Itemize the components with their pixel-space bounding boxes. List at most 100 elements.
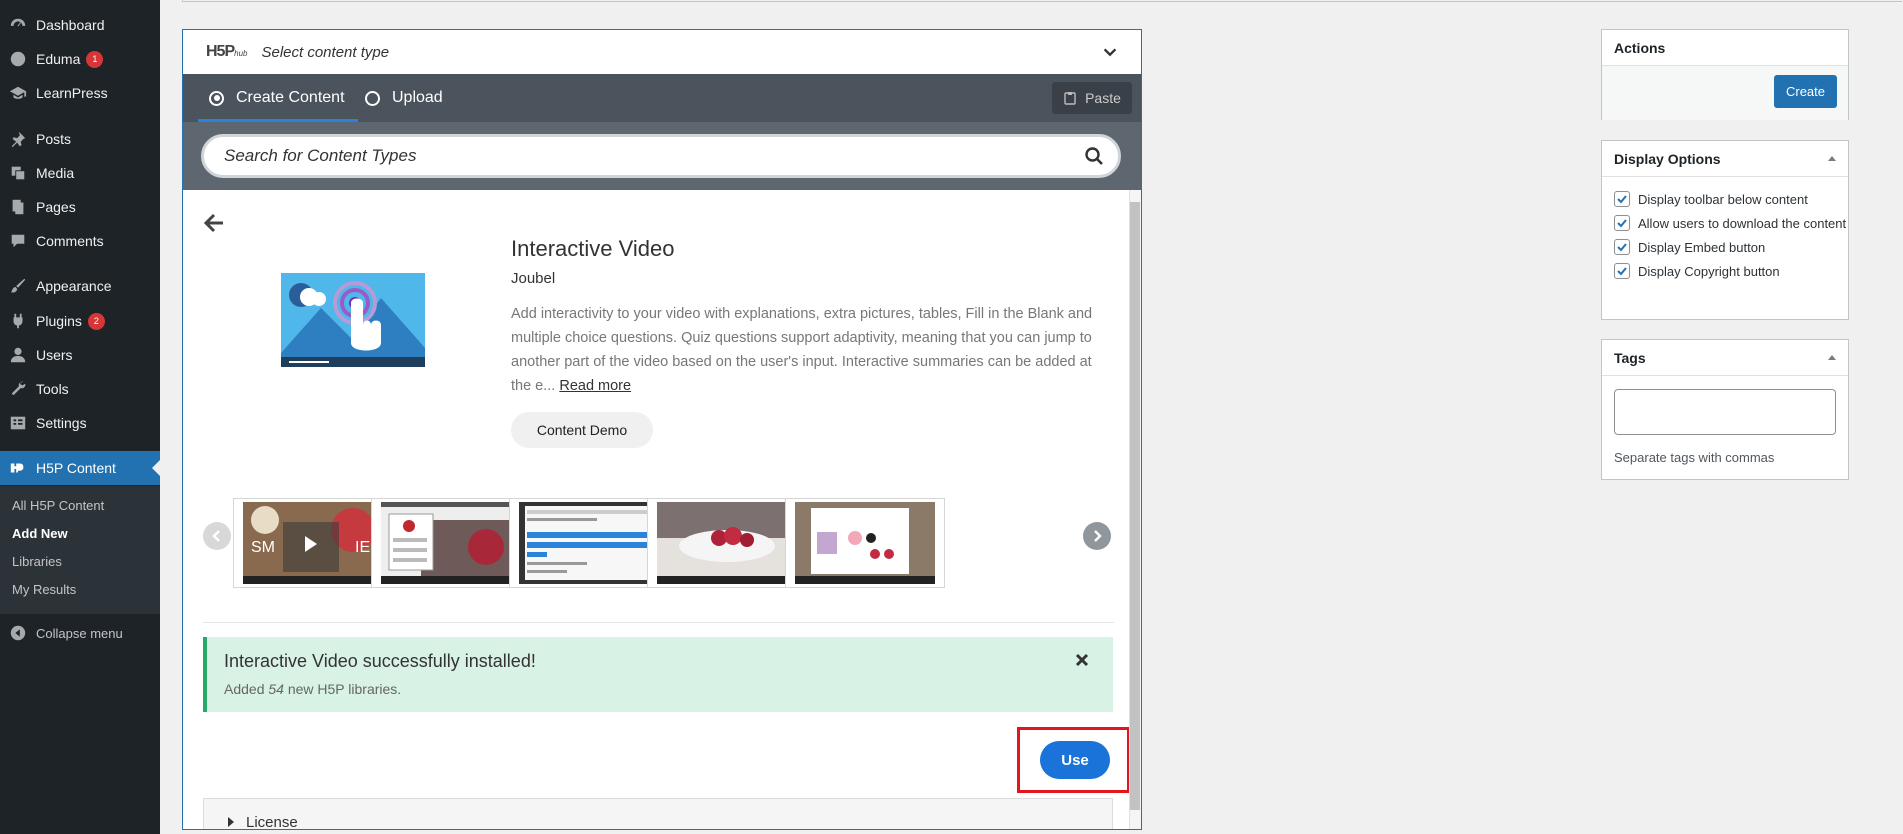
checkbox[interactable] <box>1614 263 1630 279</box>
checkbox[interactable] <box>1614 215 1630 231</box>
panel-title: Tags <box>1614 349 1646 366</box>
comments-icon <box>0 232 36 250</box>
h5p-icon <box>0 459 36 477</box>
sidebar-item-label: Plugins <box>36 313 82 329</box>
pin-icon <box>0 130 36 148</box>
collapse-menu-button[interactable]: Collapse menu <box>0 616 160 650</box>
submenu-my-results[interactable]: My Results <box>12 582 76 597</box>
notice-message: Added 54 new H5P libraries. <box>224 681 401 697</box>
hub-header[interactable]: H5Phub Select content type <box>183 30 1141 74</box>
screenshot-thumbnail[interactable] <box>647 498 807 588</box>
read-more-link[interactable]: Read more <box>559 378 631 394</box>
sidebar-item-label: Posts <box>36 131 72 147</box>
option-label: Allow users to download the content <box>1638 215 1847 231</box>
sidebar-item-label: Dashboard <box>36 17 105 33</box>
carousel-prev-button[interactable] <box>203 522 231 550</box>
content-type-search-input[interactable] <box>204 146 1064 166</box>
sidebar-item-tools[interactable]: Tools <box>0 372 160 406</box>
panel-title: Actions <box>1602 30 1848 66</box>
upper-box-edge <box>182 0 1902 2</box>
collapse-toggle-icon[interactable] <box>1828 355 1836 360</box>
back-arrow-icon[interactable] <box>203 212 225 234</box>
checkbox[interactable] <box>1614 239 1630 255</box>
sidebar-item-label: Media <box>36 165 75 181</box>
tab-upload[interactable]: Upload <box>365 74 443 122</box>
create-button[interactable]: Create <box>1774 75 1837 108</box>
scrollbar-thumb[interactable] <box>1130 202 1140 810</box>
use-button[interactable]: Use <box>1040 741 1110 779</box>
content-type-owner: Joubel <box>511 270 556 287</box>
checkmark-icon <box>1617 219 1627 228</box>
sidebar-item-label: Tools <box>36 381 69 397</box>
settings-icon <box>0 414 36 432</box>
tags-input[interactable] <box>1614 389 1836 435</box>
sidebar-item-learnpress[interactable]: LearnPress <box>0 76 160 110</box>
collapse-toggle-icon[interactable] <box>1828 156 1836 161</box>
screenshot-thumbnail[interactable] <box>371 498 531 588</box>
wrench-icon <box>0 380 36 398</box>
hub-tabs: Create Content Upload Paste <box>183 74 1141 122</box>
sidebar-item-pages[interactable]: Pages <box>0 190 160 224</box>
scrollbar[interactable] <box>1129 190 1141 829</box>
sidebar-item-label: Appearance <box>36 278 112 294</box>
sidebar-item-label: Comments <box>36 233 104 249</box>
option-embed: Display Embed button <box>1614 239 1765 255</box>
svg-text:SM: SM <box>251 539 275 556</box>
license-accordion[interactable]: License <box>203 798 1113 830</box>
sidebar-item-label: H5P Content <box>36 460 116 476</box>
screenshot-thumbnail[interactable]: SM IE <box>233 498 393 588</box>
notice-prefix: Added <box>224 681 269 697</box>
submenu-add-new[interactable]: Add New <box>12 526 68 541</box>
sidebar-item-label: LearnPress <box>36 85 108 101</box>
interactive-video-icon <box>281 273 425 367</box>
option-label: Display Copyright button <box>1638 263 1780 279</box>
media-icon <box>0 164 36 182</box>
sidebar-item-plugins[interactable]: Plugins 2 <box>0 304 160 338</box>
sidebar-item-settings[interactable]: Settings <box>0 406 160 440</box>
sidebar-item-h5p-content[interactable]: H5P Content <box>0 451 160 485</box>
chevron-down-icon[interactable] <box>1101 43 1119 61</box>
divider <box>203 622 1114 623</box>
content-type-title: Interactive Video <box>511 236 675 261</box>
option-label: Display toolbar below content <box>1638 191 1808 207</box>
learnpress-icon <box>0 84 36 102</box>
content-demo-button[interactable]: Content Demo <box>511 412 653 448</box>
notice-title: Interactive Video successfully installed… <box>224 651 536 671</box>
radio-unselected-icon <box>365 90 380 106</box>
sidebar-item-label: Users <box>36 347 73 363</box>
panel-header: Tags <box>1602 340 1848 376</box>
search-field <box>201 134 1121 178</box>
chevron-left-icon <box>212 530 220 542</box>
plug-icon <box>0 312 36 330</box>
sidebar-item-users[interactable]: Users <box>0 338 160 372</box>
search-bar-area <box>183 122 1141 190</box>
collapse-icon <box>0 624 36 642</box>
paste-button[interactable]: Paste <box>1052 82 1132 114</box>
notice-count: 54 <box>268 681 284 697</box>
sidebar-item-comments[interactable]: Comments <box>0 224 160 258</box>
tab-create-content[interactable]: Create Content <box>209 74 345 122</box>
checkbox[interactable] <box>1614 191 1630 207</box>
sidebar-item-appearance[interactable]: Appearance <box>0 269 160 303</box>
actions-panel: Actions Create <box>1601 29 1849 120</box>
sidebar-item-eduma[interactable]: Eduma 1 <box>0 42 160 76</box>
option-copyright: Display Copyright button <box>1614 263 1780 279</box>
chevron-right-icon <box>1094 530 1102 542</box>
sidebar-item-media[interactable]: Media <box>0 156 160 190</box>
update-count-badge: 1 <box>86 50 104 68</box>
sidebar-item-dashboard[interactable]: Dashboard <box>0 8 160 42</box>
screenshot-thumbnail[interactable] <box>509 498 669 588</box>
submenu-all-h5p-content[interactable]: All H5P Content <box>12 498 104 513</box>
search-icon[interactable] <box>1084 146 1104 166</box>
submenu-libraries[interactable]: Libraries <box>12 554 62 569</box>
actions-body: Create <box>1602 66 1848 120</box>
sidebar-item-posts[interactable]: Posts <box>0 122 160 156</box>
carousel-next-button[interactable] <box>1083 522 1111 550</box>
option-toolbar: Display toolbar below content <box>1614 191 1808 207</box>
paste-label: Paste <box>1085 90 1121 106</box>
license-label: License <box>246 813 298 830</box>
dashboard-icon <box>0 16 36 34</box>
screenshot-thumbnail[interactable] <box>785 498 945 588</box>
close-icon[interactable] <box>1075 653 1089 667</box>
users-icon <box>0 346 36 364</box>
